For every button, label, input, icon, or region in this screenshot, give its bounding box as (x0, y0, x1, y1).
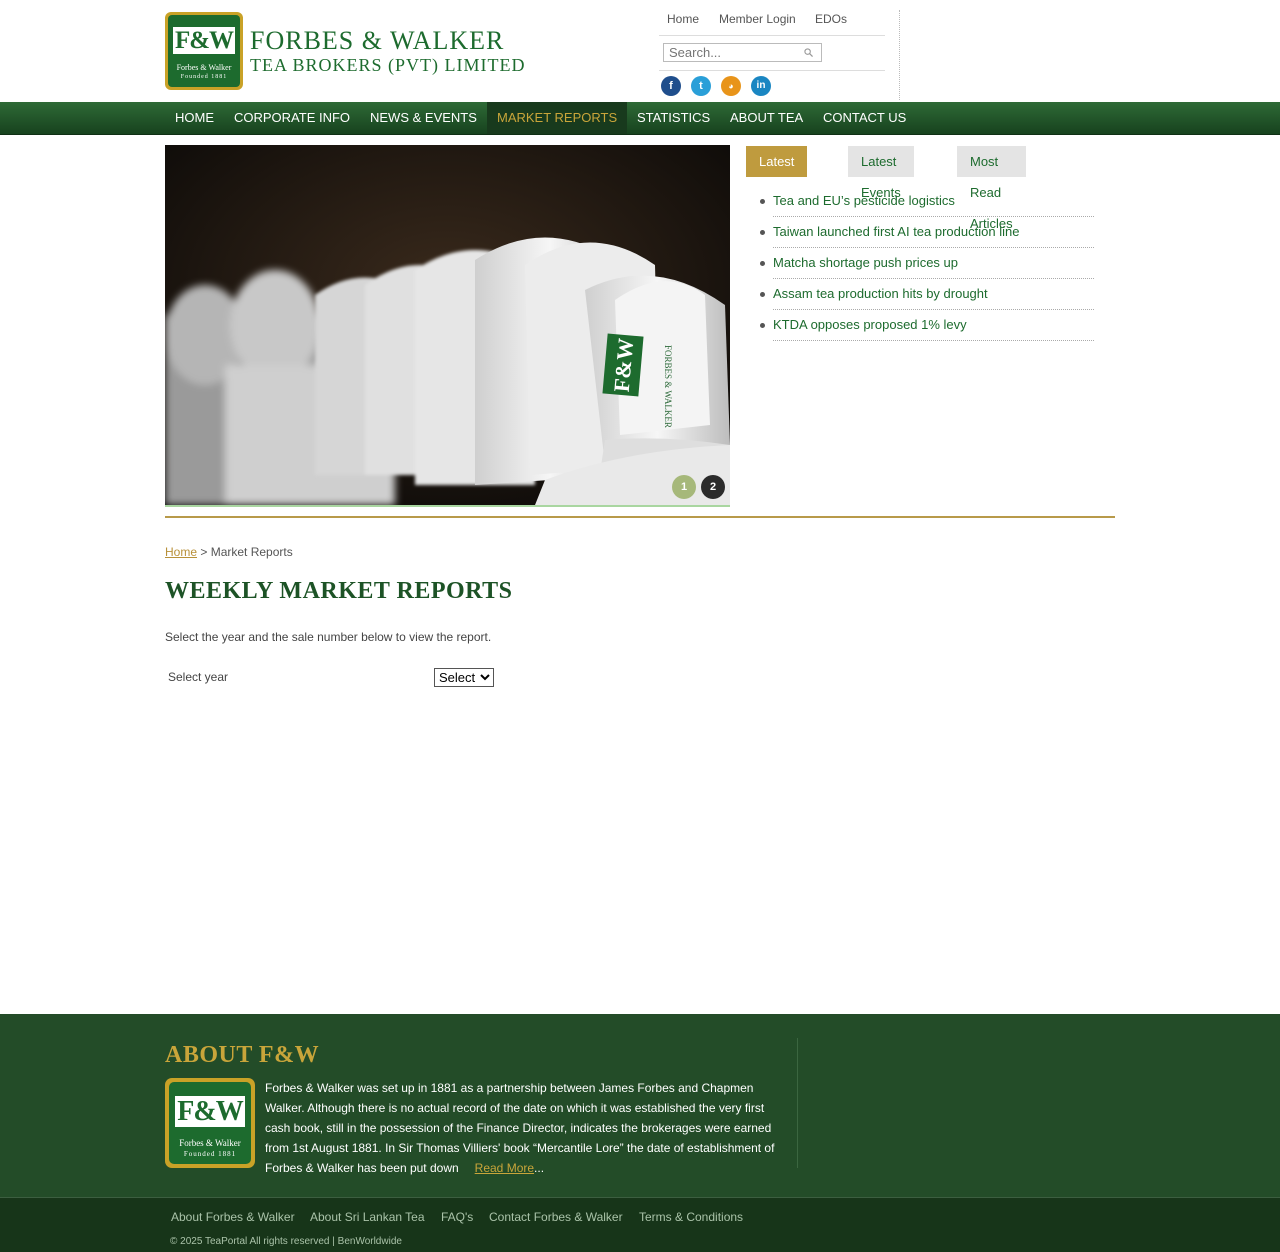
footer-divider (797, 1038, 798, 1168)
copyright: © 2025 TeaPortal All rights reserved | B… (170, 1236, 402, 1247)
about-title: ABOUT F&W (165, 1042, 320, 1068)
logo[interactable]: F&W Forbes & Walker Founded 1881 (165, 12, 243, 90)
nav-statistics[interactable]: STATISTICS (627, 102, 720, 134)
footer-logo-line1: Forbes & Walker (179, 1138, 241, 1148)
year-label: Select year (168, 670, 229, 684)
slider-page-1[interactable]: 1 (672, 475, 696, 499)
linkedin-icon[interactable]: in (751, 76, 771, 96)
nav-news-events[interactable]: NEWS & EVENTS (360, 102, 487, 134)
top-links: Home Member Login EDOs (659, 10, 885, 36)
breadcrumb: Home > Market Reports (165, 545, 293, 559)
logo-line2: Founded 1881 (180, 74, 228, 80)
footer-link-contact[interactable]: Contact Forbes & Walker (489, 1210, 623, 1224)
top-link-member-login[interactable]: Member Login (719, 12, 796, 26)
header-divider (899, 10, 900, 100)
footer-link-about-sl-tea[interactable]: About Sri Lankan Tea (310, 1210, 425, 1224)
main-nav: HOME CORPORATE INFO NEWS & EVENTS MARKET… (0, 102, 1280, 135)
top-link-edos[interactable]: EDOs (815, 12, 847, 26)
tab-latest-news[interactable]: Latest News (746, 146, 808, 200)
footer-logo: F&W Forbes & Walker Founded 1881 (165, 1078, 255, 1168)
tab-latest-events[interactable]: Latest Events (848, 146, 914, 200)
search-area (659, 37, 885, 71)
twitter-icon[interactable]: t (691, 76, 711, 96)
nav-corporate-info[interactable]: CORPORATE INFO (224, 102, 360, 134)
news-item[interactable]: Tea and EU’s pesticide logistics (760, 186, 1094, 217)
news-item[interactable]: Taiwan launched first AI tea production … (760, 217, 1094, 248)
footer-link-faqs[interactable]: FAQ's (441, 1210, 473, 1224)
page-title: WEEKLY MARKET REPORTS (165, 578, 513, 604)
intro-text: Select the year and the sale number belo… (165, 630, 492, 644)
footer-link-about-fw[interactable]: About Forbes & Walker (171, 1210, 295, 1224)
year-select[interactable]: Select (434, 668, 494, 687)
top-link-home[interactable]: Home (667, 12, 699, 26)
tea-cups-image: F&W FORBES & WALKER (165, 145, 730, 505)
nav-market-reports[interactable]: MARKET REPORTS (487, 102, 628, 134)
search-input[interactable] (663, 43, 822, 62)
section-divider (165, 516, 1115, 518)
news-list: Tea and EU’s pesticide logistics Taiwan … (760, 186, 1094, 341)
logo-mark: F&W (172, 27, 236, 54)
breadcrumb-current: > Market Reports (197, 545, 293, 559)
read-more-link[interactable]: Read More (475, 1161, 534, 1175)
about-ellipsis: ... (534, 1161, 545, 1175)
nav-home[interactable]: HOME (165, 102, 224, 134)
breadcrumb-home[interactable]: Home (165, 545, 197, 559)
svg-text:FORBES & WALKER: FORBES & WALKER (663, 345, 673, 428)
slider-page-2[interactable]: 2 (701, 475, 725, 499)
logo-line1: Forbes & Walker (176, 63, 232, 72)
company-name-line2: TEA BROKERS (PVT) LIMITED (250, 55, 526, 75)
rss-icon[interactable]: ◕ (721, 76, 741, 96)
news-item[interactable]: KTDA opposes proposed 1% levy (760, 310, 1094, 341)
svg-text:F&W: F&W (609, 337, 639, 393)
news-item[interactable]: Matcha shortage push prices up (760, 248, 1094, 279)
image-slider[interactable]: F&W FORBES & WALKER 1 2 (165, 145, 730, 505)
facebook-icon[interactable]: f (661, 76, 681, 96)
about-text: Forbes & Walker was set up in 1881 as a … (265, 1078, 780, 1178)
header: F&W Forbes & Walker Founded 1881 FORBES … (0, 0, 1280, 102)
nav-contact-us[interactable]: CONTACT US (813, 102, 916, 134)
nav-about-tea[interactable]: ABOUT TEA (720, 102, 813, 134)
footer-link-terms[interactable]: Terms & Conditions (639, 1210, 743, 1224)
slider-bar (165, 505, 730, 507)
news-item[interactable]: Assam tea production hits by drought (760, 279, 1094, 310)
search-icon[interactable] (804, 48, 813, 57)
company-name-line1: FORBES & WALKER (250, 26, 505, 55)
footer-logo-mark: F&W (175, 1096, 245, 1127)
company-name: FORBES & WALKER TEA BROKERS (PVT) LIMITE… (250, 26, 526, 76)
tab-most-read-articles[interactable]: Most Read Articles (957, 146, 1026, 231)
footer-logo-line2: Founded 1881 (183, 1150, 237, 1158)
